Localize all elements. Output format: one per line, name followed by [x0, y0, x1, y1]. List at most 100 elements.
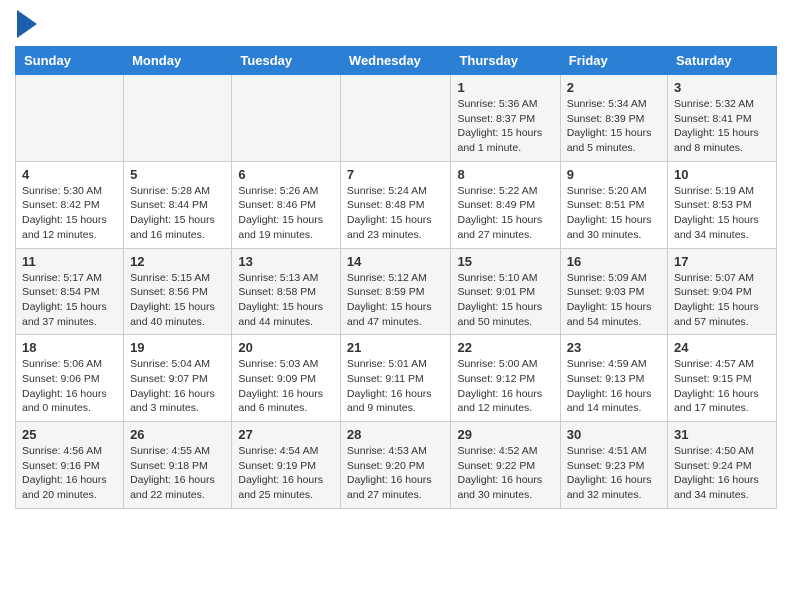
day-cell: 11 Sunrise: 5:17 AM Sunset: 8:54 PM Dayli…: [16, 248, 124, 335]
day-info: Sunrise: 4:57 AM Sunset: 9:15 PM Dayligh…: [674, 357, 770, 416]
day-number: 20: [238, 340, 334, 355]
week-row-2: 4 Sunrise: 5:30 AM Sunset: 8:42 PM Daylig…: [16, 161, 777, 248]
day-number: 15: [457, 254, 553, 269]
day-info: Sunrise: 5:28 AM Sunset: 8:44 PM Dayligh…: [130, 184, 225, 243]
day-number: 31: [674, 427, 770, 442]
week-row-4: 18Sunrise: 5:06 AM Sunset: 9:06 PM Dayli…: [16, 335, 777, 422]
week-row-5: 25 Sunrise: 4:56 AM Sunset: 9:16 PM Dayli…: [16, 422, 777, 509]
day-number: 30: [567, 427, 661, 442]
day-info: Sunrise: 5:17 AM Sunset: 8:54 PM Dayligh…: [22, 271, 117, 330]
day-number: 25: [22, 427, 117, 442]
day-number: 9: [567, 167, 661, 182]
page: SundayMondayTuesdayWednesdayThursdayFrid…: [0, 0, 792, 519]
day-cell: 10 Sunrise: 5:19 AM Sunset: 8:53 PM Dayli…: [668, 161, 777, 248]
day-info: Sunrise: 5:34 AM Sunset: 8:39 PM Dayligh…: [567, 97, 661, 156]
header: [15, 10, 777, 38]
day-number: 18: [22, 340, 117, 355]
day-info: Sunrise: 4:55 AM Sunset: 9:18 PM Dayligh…: [130, 444, 225, 503]
col-header-saturday: Saturday: [668, 47, 777, 75]
day-number: 1: [457, 80, 553, 95]
day-cell: 14 Sunrise: 5:12 AM Sunset: 8:59 PM Dayli…: [340, 248, 451, 335]
day-cell: 8Sunrise: 5:22 AM Sunset: 8:49 PM Daylig…: [451, 161, 560, 248]
day-cell: 18Sunrise: 5:06 AM Sunset: 9:06 PM Dayli…: [16, 335, 124, 422]
col-header-friday: Friday: [560, 47, 667, 75]
col-header-thursday: Thursday: [451, 47, 560, 75]
day-cell: 19Sunrise: 5:04 AM Sunset: 9:07 PM Dayli…: [124, 335, 232, 422]
day-cell: 13Sunrise: 5:13 AM Sunset: 8:58 PM Dayli…: [232, 248, 341, 335]
day-cell: 23 Sunrise: 4:59 AM Sunset: 9:13 PM Dayli…: [560, 335, 667, 422]
day-cell: 26 Sunrise: 4:55 AM Sunset: 9:18 PM Dayli…: [124, 422, 232, 509]
day-cell: 22Sunrise: 5:00 AM Sunset: 9:12 PM Dayli…: [451, 335, 560, 422]
day-number: 3: [674, 80, 770, 95]
day-number: 4: [22, 167, 117, 182]
day-number: 8: [457, 167, 553, 182]
day-number: 14: [347, 254, 445, 269]
day-info: Sunrise: 5:36 AM Sunset: 8:37 PM Dayligh…: [457, 97, 553, 156]
day-cell: 21 Sunrise: 5:01 AM Sunset: 9:11 PM Dayli…: [340, 335, 451, 422]
day-cell: 4 Sunrise: 5:30 AM Sunset: 8:42 PM Daylig…: [16, 161, 124, 248]
day-info: Sunrise: 5:03 AM Sunset: 9:09 PM Dayligh…: [238, 357, 334, 416]
day-cell: 1 Sunrise: 5:36 AM Sunset: 8:37 PM Daylig…: [451, 75, 560, 162]
day-cell: 3Sunrise: 5:32 AM Sunset: 8:41 PM Daylig…: [668, 75, 777, 162]
day-cell: 28 Sunrise: 4:53 AM Sunset: 9:20 PM Dayli…: [340, 422, 451, 509]
day-info: Sunrise: 5:24 AM Sunset: 8:48 PM Dayligh…: [347, 184, 445, 243]
day-number: 10: [674, 167, 770, 182]
day-cell: 12Sunrise: 5:15 AM Sunset: 8:56 PM Dayli…: [124, 248, 232, 335]
day-number: 17: [674, 254, 770, 269]
day-info: Sunrise: 4:54 AM Sunset: 9:19 PM Dayligh…: [238, 444, 334, 503]
day-number: 7: [347, 167, 445, 182]
day-number: 19: [130, 340, 225, 355]
day-number: 28: [347, 427, 445, 442]
day-cell: 9 Sunrise: 5:20 AM Sunset: 8:51 PM Daylig…: [560, 161, 667, 248]
day-cell: [16, 75, 124, 162]
day-cell: 2 Sunrise: 5:34 AM Sunset: 8:39 PM Daylig…: [560, 75, 667, 162]
day-cell: 31 Sunrise: 4:50 AM Sunset: 9:24 PM Dayli…: [668, 422, 777, 509]
day-info: Sunrise: 5:01 AM Sunset: 9:11 PM Dayligh…: [347, 357, 445, 416]
day-cell: 25 Sunrise: 4:56 AM Sunset: 9:16 PM Dayli…: [16, 422, 124, 509]
day-number: 5: [130, 167, 225, 182]
col-header-sunday: Sunday: [16, 47, 124, 75]
day-number: 26: [130, 427, 225, 442]
day-info: Sunrise: 5:26 AM Sunset: 8:46 PM Dayligh…: [238, 184, 334, 243]
day-cell: 17Sunrise: 5:07 AM Sunset: 9:04 PM Dayli…: [668, 248, 777, 335]
day-info: Sunrise: 5:20 AM Sunset: 8:51 PM Dayligh…: [567, 184, 661, 243]
day-cell: 7 Sunrise: 5:24 AM Sunset: 8:48 PM Daylig…: [340, 161, 451, 248]
day-cell: 29 Sunrise: 4:52 AM Sunset: 9:22 PM Dayli…: [451, 422, 560, 509]
calendar-table: SundayMondayTuesdayWednesdayThursdayFrid…: [15, 46, 777, 509]
day-info: Sunrise: 4:53 AM Sunset: 9:20 PM Dayligh…: [347, 444, 445, 503]
day-number: 29: [457, 427, 553, 442]
day-cell: 27 Sunrise: 4:54 AM Sunset: 9:19 PM Dayli…: [232, 422, 341, 509]
col-header-wednesday: Wednesday: [340, 47, 451, 75]
day-info: Sunrise: 4:50 AM Sunset: 9:24 PM Dayligh…: [674, 444, 770, 503]
day-info: Sunrise: 5:10 AM Sunset: 9:01 PM Dayligh…: [457, 271, 553, 330]
day-cell: 24Sunrise: 4:57 AM Sunset: 9:15 PM Dayli…: [668, 335, 777, 422]
day-cell: 5 Sunrise: 5:28 AM Sunset: 8:44 PM Daylig…: [124, 161, 232, 248]
day-info: Sunrise: 4:51 AM Sunset: 9:23 PM Dayligh…: [567, 444, 661, 503]
day-number: 27: [238, 427, 334, 442]
day-number: 6: [238, 167, 334, 182]
header-row: SundayMondayTuesdayWednesdayThursdayFrid…: [16, 47, 777, 75]
day-info: Sunrise: 4:59 AM Sunset: 9:13 PM Dayligh…: [567, 357, 661, 416]
day-number: 23: [567, 340, 661, 355]
day-number: 13: [238, 254, 334, 269]
day-info: Sunrise: 5:19 AM Sunset: 8:53 PM Dayligh…: [674, 184, 770, 243]
day-info: Sunrise: 4:52 AM Sunset: 9:22 PM Dayligh…: [457, 444, 553, 503]
week-row-1: 1 Sunrise: 5:36 AM Sunset: 8:37 PM Daylig…: [16, 75, 777, 162]
day-cell: [124, 75, 232, 162]
day-number: 11: [22, 254, 117, 269]
day-number: 2: [567, 80, 661, 95]
day-cell: 30 Sunrise: 4:51 AM Sunset: 9:23 PM Dayli…: [560, 422, 667, 509]
logo-icon: [17, 10, 37, 38]
day-info: Sunrise: 5:00 AM Sunset: 9:12 PM Dayligh…: [457, 357, 553, 416]
logo: [15, 10, 37, 38]
day-cell: 20 Sunrise: 5:03 AM Sunset: 9:09 PM Dayli…: [232, 335, 341, 422]
day-info: Sunrise: 5:15 AM Sunset: 8:56 PM Dayligh…: [130, 271, 225, 330]
day-cell: 15 Sunrise: 5:10 AM Sunset: 9:01 PM Dayli…: [451, 248, 560, 335]
day-cell: 6 Sunrise: 5:26 AM Sunset: 8:46 PM Daylig…: [232, 161, 341, 248]
day-cell: [232, 75, 341, 162]
day-number: 21: [347, 340, 445, 355]
day-info: Sunrise: 5:30 AM Sunset: 8:42 PM Dayligh…: [22, 184, 117, 243]
day-info: Sunrise: 5:12 AM Sunset: 8:59 PM Dayligh…: [347, 271, 445, 330]
day-info: Sunrise: 4:56 AM Sunset: 9:16 PM Dayligh…: [22, 444, 117, 503]
day-info: Sunrise: 5:09 AM Sunset: 9:03 PM Dayligh…: [567, 271, 661, 330]
